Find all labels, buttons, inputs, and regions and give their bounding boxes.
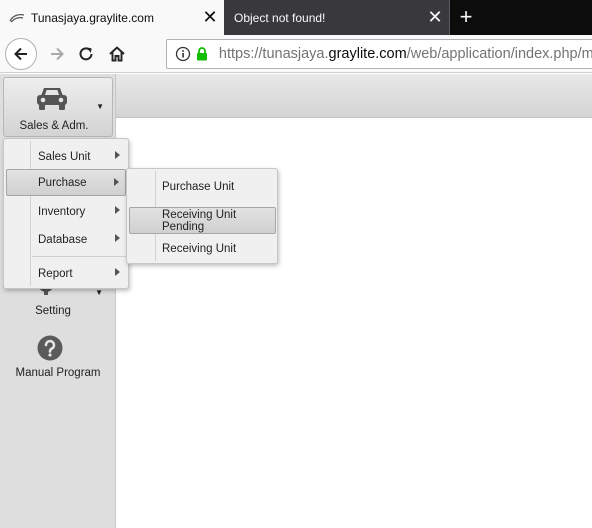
dropdown-arrow-icon: ▼ (95, 288, 103, 297)
menu-item-inventory[interactable]: Inventory (6, 198, 126, 225)
home-button[interactable] (101, 38, 133, 70)
module-dropdown-menu: Sales Unit Purchase Inventory Database R… (3, 138, 129, 289)
menu-item-receiving-unit-pending[interactable]: Receiving Unit Pending (129, 207, 276, 234)
tab-close-icon[interactable]: ✕ (196, 0, 224, 35)
purchase-submenu: Purchase Unit Receiving Unit Pending Rec… (126, 168, 278, 264)
navigation-toolbar: https://tunasjaya.graylite.com/web/appli… (0, 35, 592, 73)
menu-separator (32, 256, 126, 257)
tab-object-not-found[interactable]: Object not found! ✕ (224, 0, 450, 35)
submenu-arrow-icon (115, 151, 120, 159)
reload-icon (79, 47, 93, 61)
sales-adm-module-button[interactable]: ▼ Sales & Adm. (3, 77, 113, 137)
menu-item-sales-unit[interactable]: Sales Unit (6, 143, 126, 170)
dropdown-arrow-icon: ▼ (96, 102, 104, 111)
help-icon (37, 335, 63, 364)
submenu-arrow-icon (115, 268, 120, 276)
reload-button[interactable] (70, 38, 102, 70)
menu-item-receiving-unit[interactable]: Receiving Unit (129, 235, 275, 262)
top-toolbar (116, 74, 592, 118)
tab-strip: Tunasjaya.graylite.com ✕ Object not foun… (0, 0, 592, 35)
manual-program-label: Manual Program (15, 367, 101, 379)
submenu-arrow-icon (115, 206, 120, 214)
tab-title: Object not found! (234, 10, 326, 25)
car-icon (34, 84, 70, 117)
forward-button[interactable] (41, 38, 73, 70)
back-button[interactable] (5, 38, 37, 70)
menu-item-report[interactable]: Report (6, 260, 126, 287)
home-icon (109, 46, 125, 62)
site-info-icon[interactable] (175, 46, 194, 62)
tab-tunasjaya[interactable]: Tunasjaya.graylite.com ✕ (0, 0, 224, 35)
module-label: Sales & Adm. (19, 120, 89, 132)
menu-item-database[interactable]: Database (6, 226, 126, 253)
menu-item-purchase[interactable]: Purchase (6, 169, 126, 196)
forward-arrow-icon (51, 47, 64, 61)
site-favicon-icon (8, 13, 26, 23)
new-tab-icon[interactable]: + (452, 0, 480, 35)
tab-close-icon[interactable]: ✕ (421, 0, 449, 35)
submenu-arrow-icon (114, 178, 119, 186)
url-text: https://tunasjaya.graylite.com/web/appli… (218, 46, 592, 62)
submenu-arrow-icon (115, 234, 120, 242)
lock-icon (196, 47, 209, 61)
url-bar[interactable]: https://tunasjaya.graylite.com/web/appli… (166, 39, 592, 69)
manual-program-button[interactable]: Manual Program (3, 334, 113, 380)
menu-item-purchase-unit[interactable]: Purchase Unit (129, 173, 275, 200)
back-arrow-icon (14, 47, 27, 61)
setting-label: Setting (35, 305, 71, 317)
tab-title: Tunasjaya.graylite.com (31, 10, 154, 25)
